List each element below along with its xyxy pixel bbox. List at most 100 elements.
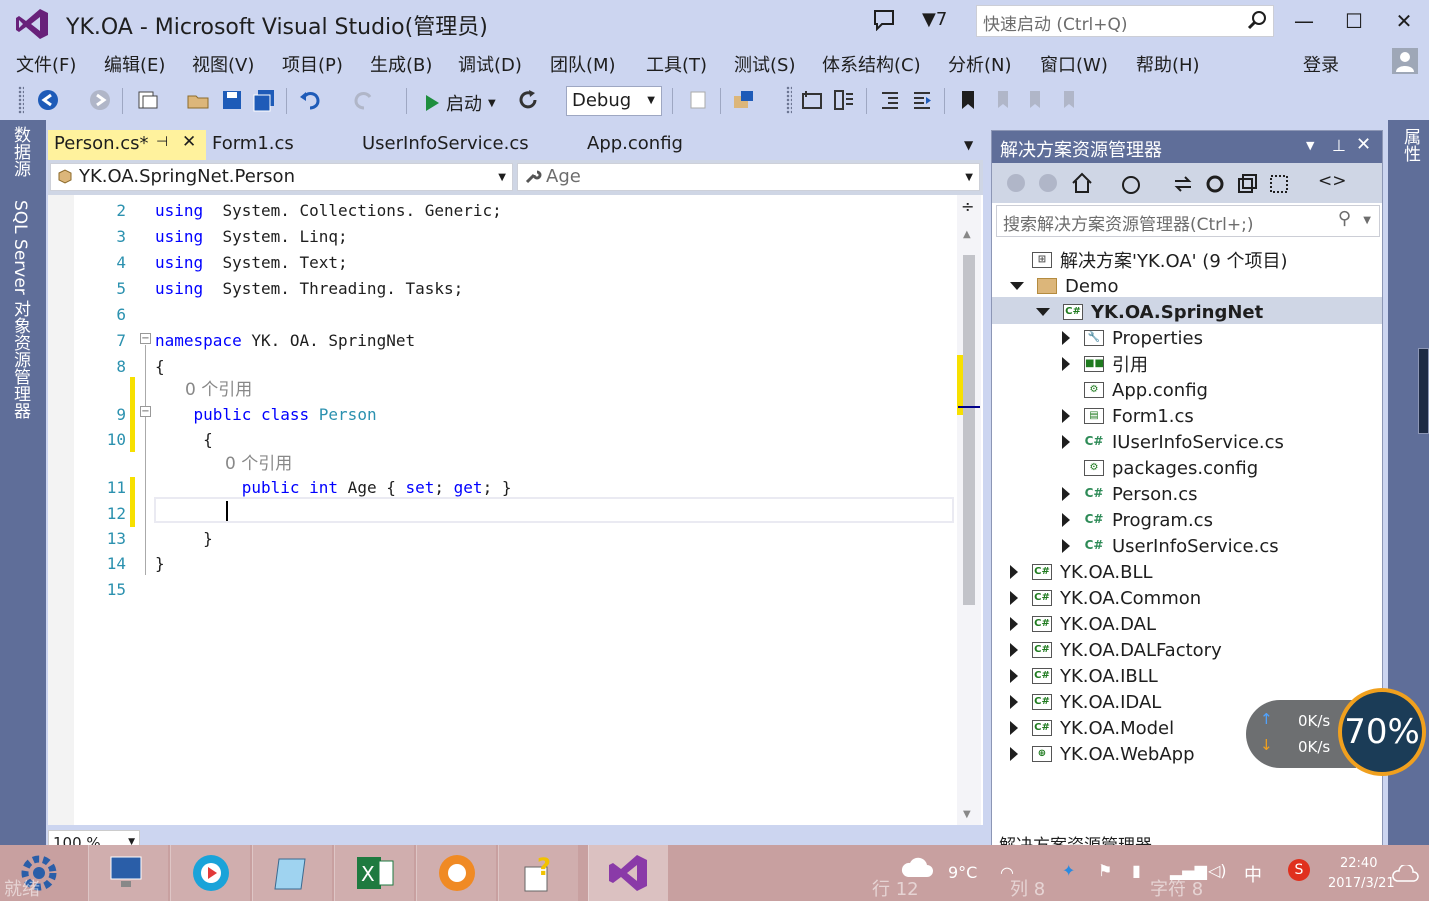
menu-view[interactable]: 视图(V): [192, 51, 254, 77]
collapsed-arrow-icon[interactable]: [1010, 721, 1018, 735]
code-line[interactable]: 10 {: [48, 430, 953, 455]
tree-item[interactable]: C# Program.cs: [1062, 507, 1213, 533]
tab-overflow-chevron-icon[interactable]: ▼: [964, 138, 973, 152]
collapsed-arrow-icon[interactable]: [1062, 357, 1070, 371]
menu-help[interactable]: 帮助(H): [1136, 51, 1200, 77]
menu-architecture[interactable]: 体系结构(C): [822, 51, 921, 77]
taskbar-video-player[interactable]: [170, 845, 250, 901]
indent-icon[interactable]: [910, 88, 934, 112]
next-bookmark-icon[interactable]: [1022, 88, 1046, 112]
tab-app-config[interactable]: App.config: [581, 130, 749, 160]
start-debugging-button[interactable]: 启动 ▼: [424, 90, 496, 116]
menu-test[interactable]: 测试(S): [734, 51, 795, 77]
open-file-icon[interactable]: [186, 88, 210, 112]
tree-item[interactable]: ⊞ 解决方案'YK.OA' (9 个项目): [1010, 247, 1288, 273]
scroll-down-icon[interactable]: ▼: [963, 809, 971, 820]
taskbar-network-app[interactable]: [88, 845, 168, 901]
codelens-member-references[interactable]: 0 个引用: [225, 449, 292, 474]
menu-team[interactable]: 团队(M): [550, 51, 616, 77]
tree-item[interactable]: C# YK.OA.IDAL: [1010, 689, 1161, 715]
feedback-icon[interactable]: [872, 9, 896, 31]
volume-icon[interactable]: ◁): [1208, 861, 1227, 880]
taskbar-notepad[interactable]: [252, 845, 332, 901]
collapsed-arrow-icon[interactable]: [1010, 591, 1018, 605]
expanded-arrow-icon[interactable]: [1036, 308, 1050, 316]
code-line[interactable]: 2 using System. Collections. Generic;: [48, 201, 953, 226]
tree-item[interactable]: C# IUserInfoService.cs: [1062, 429, 1284, 455]
collapsed-arrow-icon[interactable]: [1010, 565, 1018, 579]
attach-icon[interactable]: [686, 88, 710, 112]
tree-item[interactable]: C# YK.OA.DAL: [1010, 611, 1156, 637]
properties-tab[interactable]: 属性: [1398, 128, 1423, 162]
pin-icon[interactable]: ⊥: [1332, 136, 1346, 155]
outdent-icon[interactable]: [878, 88, 902, 112]
tree-item[interactable]: ⊕ YK.OA.WebApp: [1010, 741, 1195, 767]
memory-usage-gauge[interactable]: 70%: [1338, 688, 1426, 776]
tree-item[interactable]: ⚙ App.config: [1062, 377, 1208, 403]
code-line[interactable]: 12: [48, 504, 953, 529]
signal-icon[interactable]: ▂▄▆: [1170, 861, 1207, 880]
sql-server-object-explorer-tab[interactable]: SQL Server 对象资源管理器: [8, 200, 33, 419]
menu-analyze[interactable]: 分析(N): [948, 51, 1012, 77]
class-view-icon[interactable]: [832, 88, 856, 112]
quick-launch-input[interactable]: 快速启动 (Ctrl+Q): [976, 5, 1274, 37]
battery-icon[interactable]: ▮: [1132, 861, 1141, 880]
clock-time[interactable]: 22:40: [1340, 856, 1377, 871]
ime-indicator[interactable]: 中: [1244, 861, 1262, 887]
menu-project[interactable]: 项目(P): [282, 51, 343, 77]
tree-item[interactable]: ■■ 引用: [1062, 351, 1148, 377]
tree-item[interactable]: Demo: [1010, 273, 1118, 299]
find-in-files-icon[interactable]: [732, 88, 756, 112]
collapsed-arrow-icon[interactable]: [1062, 409, 1070, 423]
close-button[interactable]: ✕: [1384, 4, 1424, 38]
code-line[interactable]: 6: [48, 305, 953, 330]
tab-userinfoservice-cs[interactable]: UserInfoService.cs: [356, 130, 581, 160]
forward-icon[interactable]: [88, 88, 112, 112]
taskbar-help[interactable]: ?: [498, 845, 578, 901]
sidebar-widget[interactable]: [1418, 348, 1429, 434]
collapsed-arrow-icon[interactable]: [1062, 435, 1070, 449]
tree-item[interactable]: ▤ Form1.cs: [1062, 403, 1194, 429]
code-line[interactable]: 15: [48, 580, 953, 605]
show-all-files-icon[interactable]: [1268, 173, 1290, 195]
tree-item[interactable]: ⚙ packages.config: [1062, 455, 1258, 481]
scrollbar-thumb[interactable]: [963, 255, 975, 605]
tab-form1-cs[interactable]: Form1.cs: [206, 130, 356, 160]
codelens-class-references[interactable]: 0 个引用: [185, 375, 252, 400]
sync-icon[interactable]: [1172, 173, 1194, 195]
collapsed-arrow-icon[interactable]: [1010, 643, 1018, 657]
home-icon[interactable]: [1070, 171, 1094, 195]
bookmark-icon[interactable]: [956, 88, 980, 112]
tree-item[interactable]: C# YK.OA.SpringNet: [1036, 299, 1263, 325]
undo-icon[interactable]: [298, 88, 322, 112]
notifications-button[interactable]: ▼7: [922, 9, 947, 30]
scroll-up-icon[interactable]: ▲: [963, 229, 971, 240]
taskbar-visual-studio[interactable]: [588, 845, 668, 901]
close-icon[interactable]: ✕: [182, 132, 196, 152]
maximize-button[interactable]: ☐: [1334, 4, 1374, 38]
solution-search-input[interactable]: 搜索解决方案资源管理器(Ctrl+;) ⚲ ▼: [996, 205, 1380, 237]
collapsed-arrow-icon[interactable]: [1062, 539, 1070, 553]
collapsed-arrow-icon[interactable]: [1062, 331, 1070, 345]
collapsed-arrow-icon[interactable]: [1010, 695, 1018, 709]
menu-edit[interactable]: 编辑(E): [104, 51, 165, 77]
tree-item[interactable]: C# YK.OA.BLL: [1010, 559, 1153, 585]
collapsed-arrow-icon[interactable]: [1010, 617, 1018, 631]
history-icon[interactable]: [1120, 173, 1142, 195]
type-combo[interactable]: YK.OA.SpringNet.Person ▼: [50, 163, 513, 191]
collapsed-arrow-icon[interactable]: [1010, 669, 1018, 683]
prev-bookmark-icon[interactable]: [990, 88, 1014, 112]
data-sources-tab[interactable]: 数据源: [8, 126, 33, 177]
forward-icon[interactable]: [1038, 173, 1058, 193]
back-icon[interactable]: [36, 88, 60, 112]
code-line[interactable]: 8{: [48, 357, 953, 382]
pin-icon[interactable]: ⊣: [156, 134, 168, 150]
sogou-icon[interactable]: S: [1288, 859, 1310, 881]
code-editor[interactable]: − − 2 using System. Collections. Generic;…: [48, 195, 983, 825]
refresh-icon[interactable]: [516, 88, 540, 112]
code-line[interactable]: 4 using System. Text;: [48, 253, 953, 278]
tree-item[interactable]: C# Person.cs: [1062, 481, 1197, 507]
solution-configurations-icon[interactable]: [800, 88, 824, 112]
notification-center-icon[interactable]: [1392, 865, 1420, 883]
menu-build[interactable]: 生成(B): [370, 51, 432, 77]
